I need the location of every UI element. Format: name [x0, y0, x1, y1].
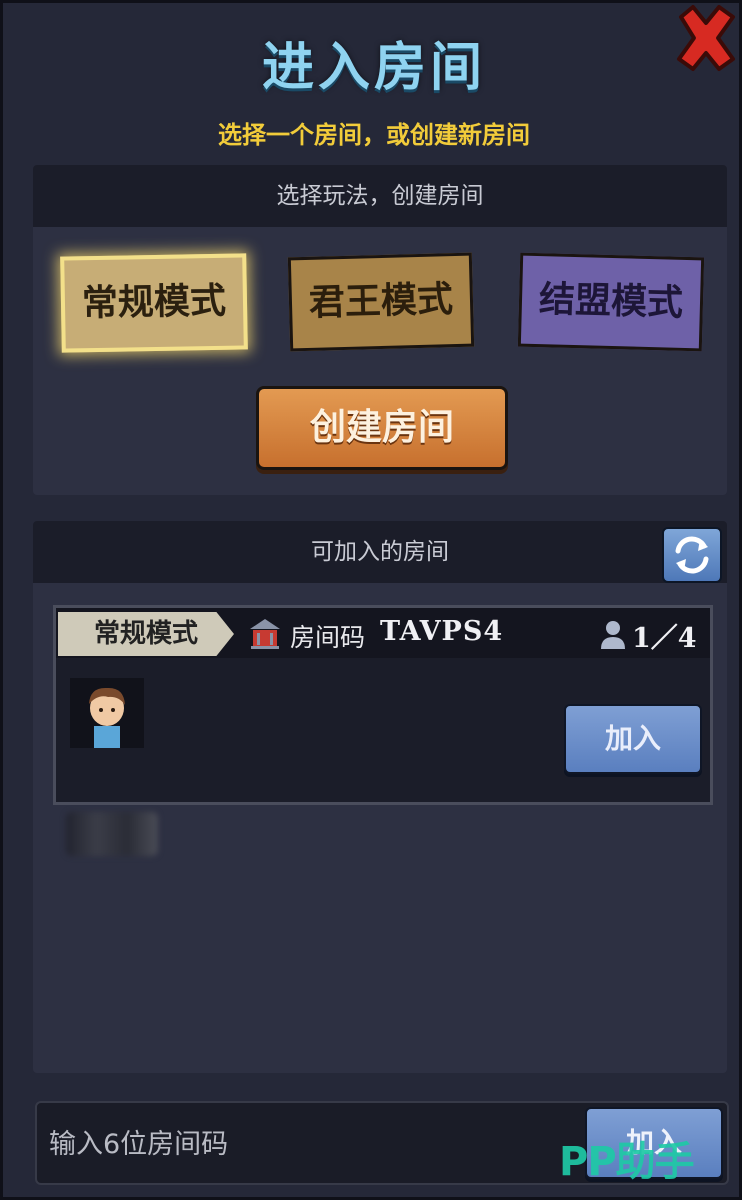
refresh-icon	[675, 536, 709, 574]
mode-card-alliance[interactable]: 结盟模式	[517, 252, 705, 352]
mode-card-king[interactable]: 君王模式	[287, 252, 475, 352]
rooms-section-header: 可加入的房间	[33, 521, 727, 583]
dialog-title: 进入房间	[261, 38, 486, 98]
building-icon	[250, 619, 280, 649]
room-code-label: 房间码	[290, 623, 366, 652]
close-button[interactable]	[673, 3, 739, 73]
create-room-section: 选择玩法，创建房间 常规模式 君王模式 结盟模式 创建房间	[33, 165, 727, 495]
create-section-header: 选择玩法，创建房间	[33, 165, 727, 227]
room-code-input[interactable]	[47, 1121, 571, 1167]
room-dialog: 进入房间 选择一个房间，或创建新房间 选择玩法，创建房间 常规模式 君王模式 结…	[0, 0, 742, 1200]
person-icon	[601, 621, 625, 649]
close-icon	[677, 5, 735, 71]
room-mode-tag: 常规模式	[58, 612, 234, 656]
join-room-button[interactable]: 加入	[564, 704, 702, 774]
player-count: 1／4	[632, 623, 697, 654]
mode-card-normal[interactable]: 常规模式	[60, 253, 248, 353]
watermark-logo: PP助手	[559, 1139, 695, 1185]
refresh-button[interactable]	[662, 527, 722, 583]
character-avatar-icon	[89, 687, 125, 748]
create-room-button[interactable]: 创建房间	[256, 386, 508, 470]
dialog-subtitle: 选择一个房间，或创建新房间	[218, 121, 530, 149]
avatar[interactable]	[66, 678, 158, 856]
joinable-rooms-section: 可加入的房间 常规模式 房间码 TAVPS4 1／4 加入	[33, 521, 727, 1073]
room-code-value: TAVPS4	[380, 616, 504, 647]
player-name-blurred	[66, 812, 158, 856]
room-card: 常规模式 房间码 TAVPS4 1／4 加入	[53, 605, 713, 856]
